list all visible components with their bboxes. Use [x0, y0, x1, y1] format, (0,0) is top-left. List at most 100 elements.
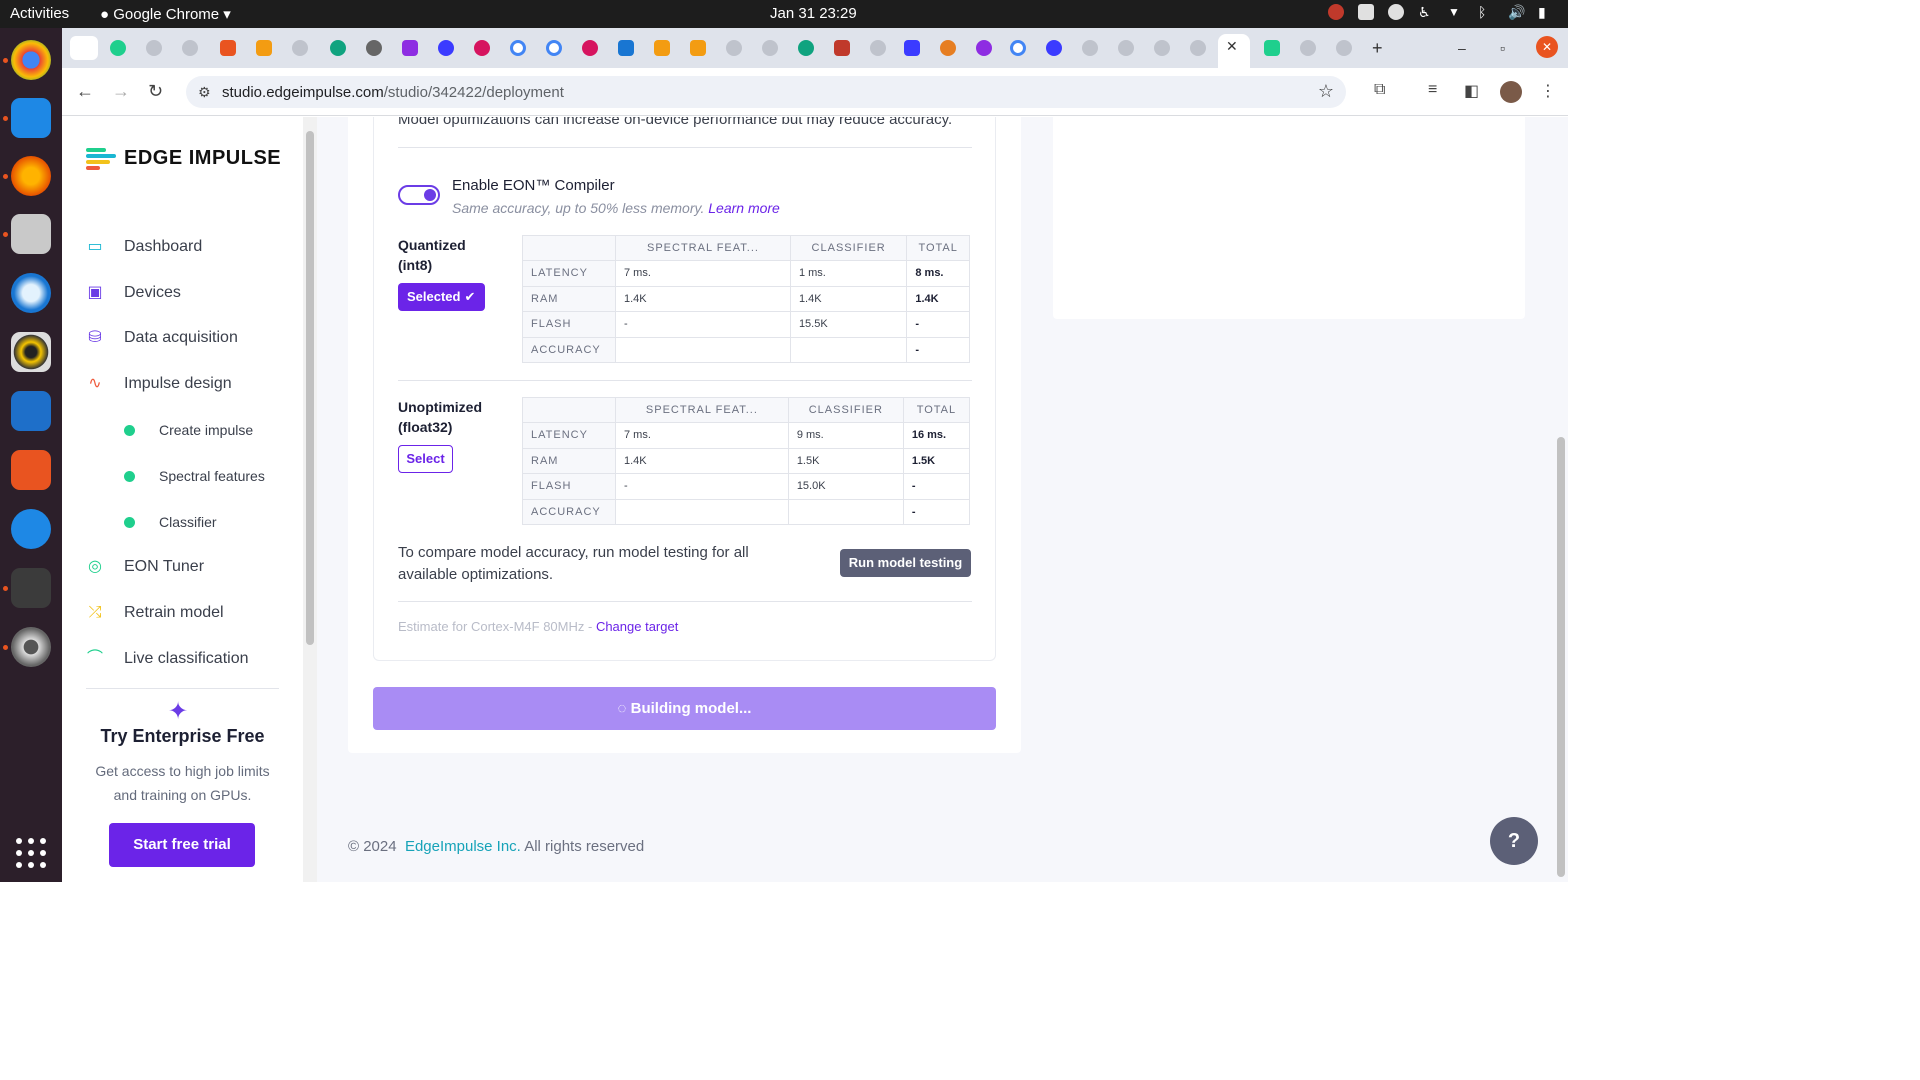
tab-favicon[interactable] [1046, 40, 1062, 56]
sidebar-subitem-classifier[interactable]: Classifier [124, 514, 217, 530]
settings-icon[interactable] [11, 627, 51, 667]
tab-favicon[interactable] [976, 40, 992, 56]
sidebar-item-live-classification[interactable]: ⌒ Live classification [86, 650, 249, 668]
new-tab-icon[interactable]: + [1372, 38, 1383, 59]
site-info-icon[interactable]: ⚙ [198, 84, 211, 101]
tab-favicon[interactable] [256, 40, 272, 56]
tab-favicon[interactable] [182, 40, 198, 56]
tab-favicon[interactable] [1154, 40, 1170, 56]
tab-favicon[interactable] [618, 40, 634, 56]
tab-favicon[interactable] [110, 40, 126, 56]
eon-compiler-toggle[interactable] [398, 185, 440, 205]
extensions-icon[interactable]: ⧉ [1374, 81, 1385, 99]
tab-favicon[interactable] [1336, 40, 1352, 56]
notification-icon[interactable] [1328, 4, 1344, 20]
tab-favicon[interactable] [654, 40, 670, 56]
tab-favicon[interactable] [1264, 40, 1280, 56]
terminal-icon[interactable] [11, 568, 51, 608]
bluetooth-icon[interactable]: ᛒ [1478, 4, 1494, 20]
change-target-link[interactable]: Change target [596, 619, 678, 634]
tab-favicon[interactable] [1010, 40, 1026, 56]
volume-icon[interactable]: 🔊 [1508, 4, 1525, 20]
writer-icon[interactable] [11, 391, 51, 431]
sidebar-item-eon-tuner[interactable]: ◎ EON Tuner [86, 558, 204, 576]
start-free-trial-button[interactable]: Start free trial [109, 823, 255, 867]
tab-favicon[interactable] [220, 40, 236, 56]
tab-favicon[interactable] [870, 40, 886, 56]
tab-search-icon[interactable] [70, 36, 98, 60]
activities-button[interactable]: Activities [10, 5, 69, 22]
accessibility-icon[interactable]: ♿ [1418, 4, 1434, 20]
sidebar-item-devices[interactable]: ▣ Devices [86, 284, 180, 302]
wifi-icon[interactable]: ▼ [1448, 4, 1464, 20]
profile-avatar[interactable] [1500, 81, 1522, 103]
address-bar[interactable]: ⚙ studio.edgeimpulse.com/studio/342422/d… [186, 76, 1346, 108]
edgeimpulse-link[interactable]: EdgeImpulse Inc. [405, 838, 521, 855]
battery-icon[interactable]: ▮ [1538, 4, 1554, 20]
chrome-tray-icon[interactable] [1388, 4, 1404, 20]
tab-favicon[interactable] [762, 40, 778, 56]
tab-favicon[interactable] [546, 40, 562, 56]
files-icon[interactable] [11, 214, 51, 254]
app-center-icon[interactable] [11, 450, 51, 490]
help-button[interactable]: ? [1490, 817, 1538, 865]
close-tab-icon[interactable]: ✕ [1226, 38, 1238, 55]
tab-favicon[interactable] [1118, 40, 1134, 56]
edge-impulse-logo[interactable]: EDGE IMPULSE [86, 147, 281, 170]
clock[interactable]: Jan 31 23:29 [770, 5, 857, 22]
close-window-icon[interactable]: ✕ [1536, 36, 1558, 58]
page-scrollbar[interactable] [1554, 117, 1568, 882]
back-icon[interactable]: ← [76, 81, 94, 102]
sidebar-item-data-acquisition[interactable]: ⛁ Data acquisition [86, 329, 238, 347]
sidebar-item-retrain-model[interactable]: ⤮ Retrain model [86, 604, 224, 622]
browser-menu-icon[interactable]: ⋮ [1540, 81, 1556, 101]
tab-favicon[interactable] [438, 40, 454, 56]
firefox-icon[interactable] [11, 156, 51, 196]
bookmark-star-icon[interactable]: ☆ [1318, 81, 1334, 102]
tab-favicon[interactable] [146, 40, 162, 56]
tab-favicon[interactable] [474, 40, 490, 56]
tab-favicon[interactable] [1082, 40, 1098, 56]
tab-favicon[interactable] [292, 40, 308, 56]
selected-button[interactable]: Selected ✔ [398, 283, 485, 311]
vscode-icon[interactable] [11, 98, 51, 138]
build-model-button[interactable]: ◌ Building model... [373, 687, 996, 730]
tab-favicon[interactable] [1300, 40, 1316, 56]
url-text[interactable]: studio.edgeimpulse.com/studio/342422/dep… [222, 84, 564, 101]
side-panel-icon[interactable]: ◧ [1464, 81, 1479, 101]
sidebar-item-impulse-design[interactable]: ∿ Impulse design [86, 375, 231, 393]
tab-favicon[interactable] [726, 40, 742, 56]
scrollbar-thumb[interactable] [1557, 437, 1565, 877]
minimize-icon[interactable]: – [1458, 40, 1466, 56]
rhythmbox-icon[interactable] [11, 332, 51, 372]
select-button[interactable]: Select [398, 445, 453, 473]
sidebar-scrollbar[interactable] [303, 117, 317, 882]
chrome-icon[interactable] [11, 40, 51, 80]
help-icon[interactable] [11, 509, 51, 549]
maximize-icon[interactable]: ▫ [1500, 40, 1505, 56]
scrollbar-thumb[interactable] [306, 131, 314, 645]
tab-favicon[interactable] [940, 40, 956, 56]
slack-icon[interactable] [1358, 4, 1374, 20]
learn-more-link[interactable]: Learn more [708, 200, 780, 216]
tab-favicon[interactable] [834, 40, 850, 56]
tab-favicon[interactable] [366, 40, 382, 56]
media-control-icon[interactable]: ≡ [1428, 81, 1437, 99]
reload-icon[interactable]: ↻ [148, 81, 163, 102]
tab-favicon[interactable] [402, 40, 418, 56]
thunderbird-icon[interactable] [11, 273, 51, 313]
sidebar-subitem-spectral-features[interactable]: Spectral features [124, 468, 265, 484]
sidebar-subitem-create-impulse[interactable]: Create impulse [124, 422, 253, 438]
tab-favicon[interactable] [904, 40, 920, 56]
sidebar-item-dashboard[interactable]: ▭ Dashboard [86, 238, 202, 256]
tab-favicon[interactable] [510, 40, 526, 56]
tab-favicon[interactable] [1190, 40, 1206, 56]
show-apps-icon[interactable] [16, 838, 46, 868]
run-model-testing-button[interactable]: Run model testing [840, 549, 971, 577]
tab-favicon[interactable] [330, 40, 346, 56]
app-menu[interactable]: ● Google Chrome ▾ [100, 5, 231, 23]
forward-icon[interactable]: → [112, 81, 130, 102]
tab-favicon[interactable] [798, 40, 814, 56]
system-tray[interactable]: ♿ ▼ ᛒ 🔊 ▮ [1328, 4, 1554, 20]
tab-favicon[interactable] [582, 40, 598, 56]
